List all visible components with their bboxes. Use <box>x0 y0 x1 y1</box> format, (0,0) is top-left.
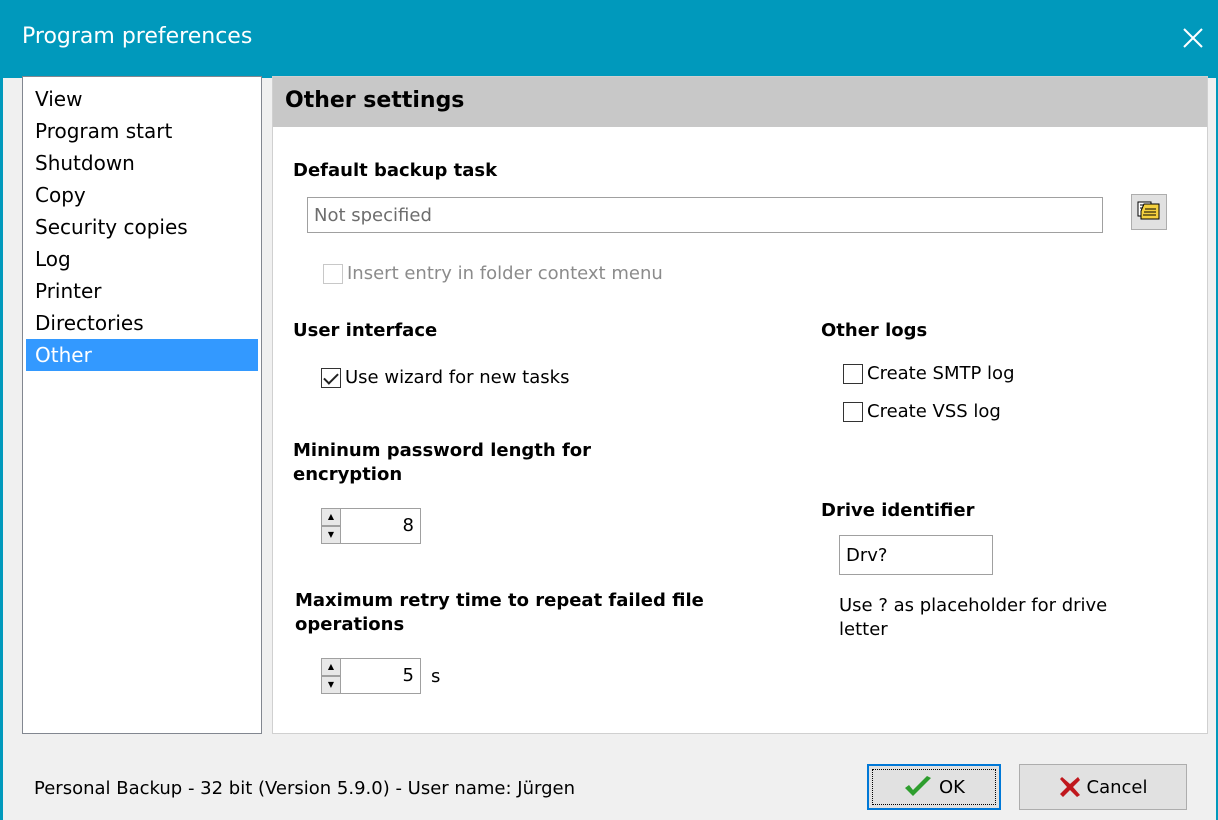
cross-icon <box>1059 776 1081 798</box>
smtp-log-checkbox[interactable] <box>843 363 863 384</box>
smtp-log-label: Create SMTP log <box>867 363 1015 384</box>
smtp-log-option[interactable]: Create SMTP log <box>843 363 1015 384</box>
category-list[interactable]: View Program start Shutdown Copy Securit… <box>22 76 262 734</box>
retry-time-spinner: ▲ ▼ 5 s <box>321 658 440 694</box>
vss-log-checkbox[interactable] <box>843 401 863 422</box>
retry-time-up-button[interactable]: ▲ <box>321 658 341 676</box>
password-length-spinner: ▲ ▼ 8 <box>321 508 421 544</box>
nav-item-other[interactable]: Other <box>26 339 258 371</box>
close-button[interactable] <box>1168 14 1218 62</box>
nav-item-program-start[interactable]: Program start <box>26 115 258 147</box>
user-interface-title: User interface <box>293 320 438 341</box>
drive-identifier-help-line2: letter <box>839 619 888 640</box>
password-length-up-button[interactable]: ▲ <box>321 508 341 526</box>
context-menu-checkbox[interactable] <box>323 263 343 284</box>
retry-time-title: Maximum retry time to repeat failed file… <box>295 589 704 637</box>
ok-focus-ring <box>872 769 996 805</box>
drive-identifier-field[interactable] <box>839 535 993 575</box>
cancel-button[interactable]: Cancel <box>1019 764 1187 810</box>
retry-time-unit: s <box>431 665 441 687</box>
status-text: Personal Backup - 32 bit (Version 5.9.0)… <box>34 778 575 799</box>
browse-backup-button[interactable] <box>1131 194 1167 230</box>
window-title: Program preferences <box>22 24 253 49</box>
folder-open-icon <box>1137 201 1160 220</box>
password-length-title-line1: Mininum password length for <box>293 440 592 461</box>
wizard-option[interactable]: Use wizard for new tasks <box>321 367 569 388</box>
vss-log-option[interactable]: Create VSS log <box>843 401 1001 422</box>
settings-panel: Other settings Default backup task Inser… <box>272 76 1208 734</box>
drive-identifier-title: Drive identifier <box>821 500 975 521</box>
password-length-title: Mininum password length for encryption <box>293 439 591 487</box>
panel-header: Other settings <box>273 77 1207 127</box>
password-length-down-button[interactable]: ▼ <box>321 526 341 544</box>
other-logs-title: Other logs <box>821 320 928 341</box>
retry-time-down-button[interactable]: ▼ <box>321 676 341 694</box>
title-bar: Program preferences <box>0 0 1218 78</box>
ok-button[interactable]: OK <box>867 764 1001 810</box>
nav-item-printer[interactable]: Printer <box>26 275 258 307</box>
context-menu-option[interactable]: Insert entry in folder context menu <box>323 263 663 284</box>
wizard-checkbox[interactable] <box>321 367 341 388</box>
password-length-title-line2: encryption <box>293 464 403 485</box>
nav-item-log[interactable]: Log <box>26 243 258 275</box>
nav-item-view[interactable]: View <box>26 83 258 115</box>
retry-time-title-line2: operations <box>295 614 405 635</box>
drive-identifier-help: Use ? as placeholder for drive letter <box>839 594 1107 642</box>
window-border-left <box>0 78 3 820</box>
nav-item-shutdown[interactable]: Shutdown <box>26 147 258 179</box>
retry-time-field[interactable]: 5 <box>341 658 421 694</box>
context-menu-label: Insert entry in folder context menu <box>347 263 663 284</box>
default-backup-title: Default backup task <box>293 160 498 181</box>
drive-identifier-help-line1: Use ? as placeholder for drive <box>839 595 1108 616</box>
vss-log-label: Create VSS log <box>867 401 1001 422</box>
nav-item-copy[interactable]: Copy <box>26 179 258 211</box>
cancel-label: Cancel <box>1086 776 1148 798</box>
wizard-label: Use wizard for new tasks <box>345 367 570 388</box>
retry-time-title-line1: Maximum retry time to repeat failed file <box>295 590 704 611</box>
nav-item-directories[interactable]: Directories <box>26 307 258 339</box>
panel-title: Other settings <box>285 88 465 113</box>
close-icon <box>1183 28 1203 48</box>
nav-item-security-copies[interactable]: Security copies <box>26 211 258 243</box>
default-backup-field[interactable] <box>307 197 1103 233</box>
password-length-field[interactable]: 8 <box>341 508 421 544</box>
